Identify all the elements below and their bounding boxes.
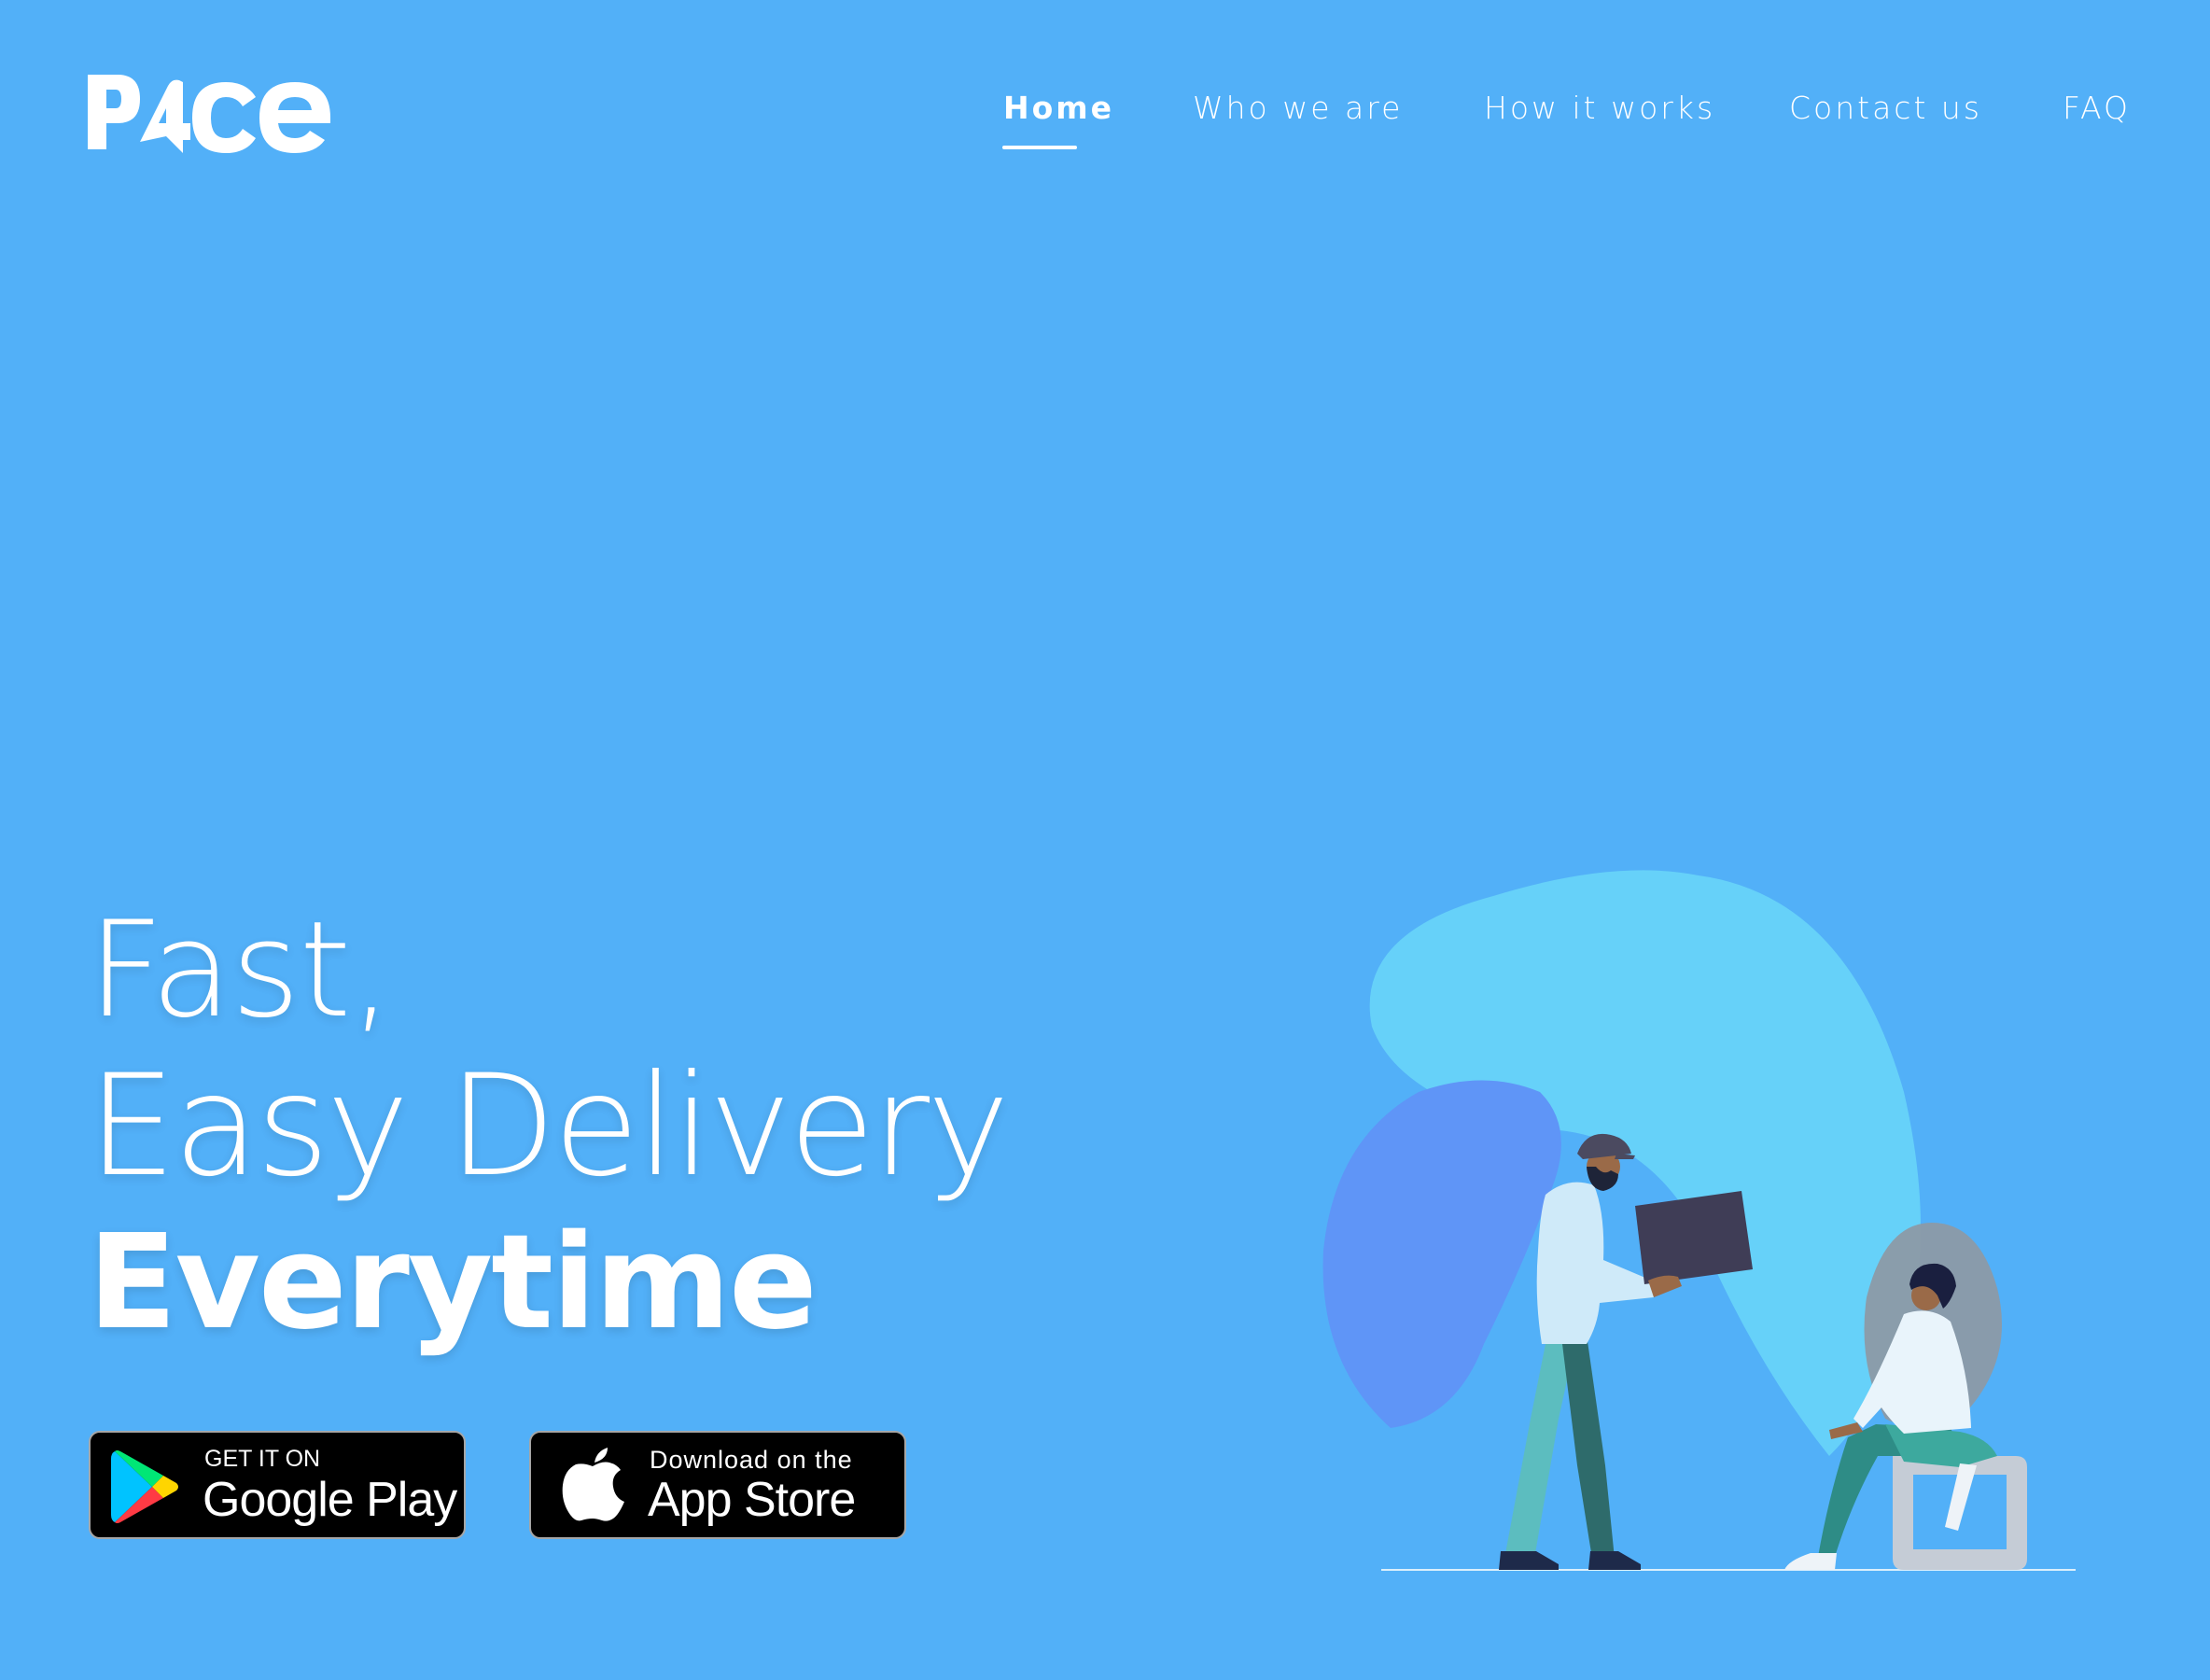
google-play-button[interactable]: GET IT ON Google Play	[89, 1431, 466, 1539]
google-play-small-text: GET IT ON	[204, 1446, 321, 1472]
blue-blob-shape	[1322, 1080, 1561, 1428]
app-store-big-text: App Store	[648, 1473, 856, 1527]
hero-line-3: Everytime	[88, 1207, 818, 1359]
app-store-small-text: Download on the	[650, 1446, 853, 1474]
nav-contact-us[interactable]: Contact us	[1789, 90, 1982, 126]
nav-faq[interactable]: FAQ	[2063, 90, 2131, 126]
nav-how-it-works[interactable]: How it works	[1484, 90, 1715, 126]
nav-home[interactable]: Home	[1003, 90, 1114, 126]
hero-headline: Fast, Easy Delivery Everytime	[88, 893, 1010, 1359]
nav-active-underline	[1002, 146, 1077, 149]
google-play-big-text: Google Play	[203, 1473, 457, 1527]
hero-line-2: Easy Delivery	[88, 1045, 1010, 1208]
app-store-button[interactable]: Download on the App Store	[529, 1431, 906, 1539]
apple-icon	[562, 1448, 624, 1521]
hero-line-1: Fast,	[88, 893, 392, 1047]
nav-who-we-are[interactable]: Who we are	[1193, 90, 1403, 126]
delivery-illustration	[1322, 870, 2076, 1571]
p4ce-logo[interactable]	[86, 69, 333, 155]
google-play-icon	[111, 1450, 178, 1523]
